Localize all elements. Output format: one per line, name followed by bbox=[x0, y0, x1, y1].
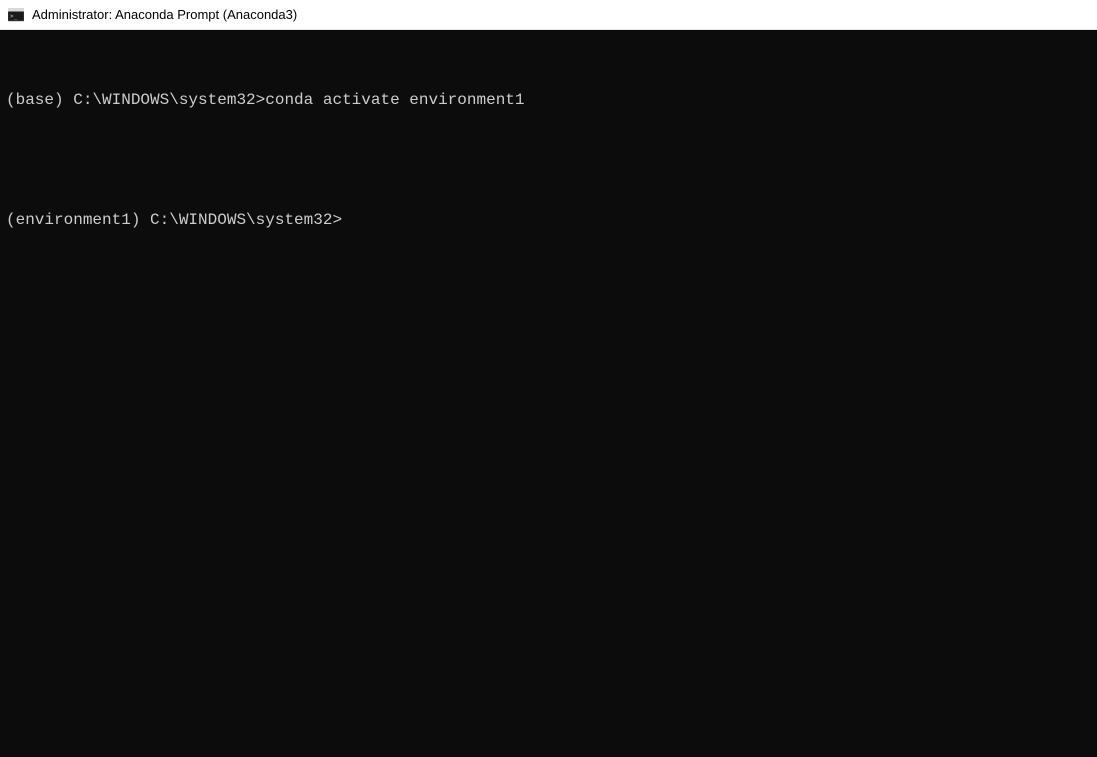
prompt-text: (environment1) C:\WINDOWS\system32> bbox=[6, 211, 342, 229]
terminal-icon: >_ bbox=[8, 7, 24, 23]
command-text: conda activate environment1 bbox=[265, 91, 524, 109]
terminal-line: (environment1) C:\WINDOWS\system32> bbox=[6, 208, 1091, 232]
prompt-text: (base) C:\WINDOWS\system32> bbox=[6, 91, 265, 109]
terminal-line: (base) C:\WINDOWS\system32>conda activat… bbox=[6, 88, 1091, 112]
svg-text:>_: >_ bbox=[10, 13, 18, 20]
window-title: Administrator: Anaconda Prompt (Anaconda… bbox=[32, 7, 297, 22]
window-titlebar: >_ Administrator: Anaconda Prompt (Anaco… bbox=[0, 0, 1097, 30]
terminal-output[interactable]: (base) C:\WINDOWS\system32>conda activat… bbox=[0, 30, 1097, 757]
